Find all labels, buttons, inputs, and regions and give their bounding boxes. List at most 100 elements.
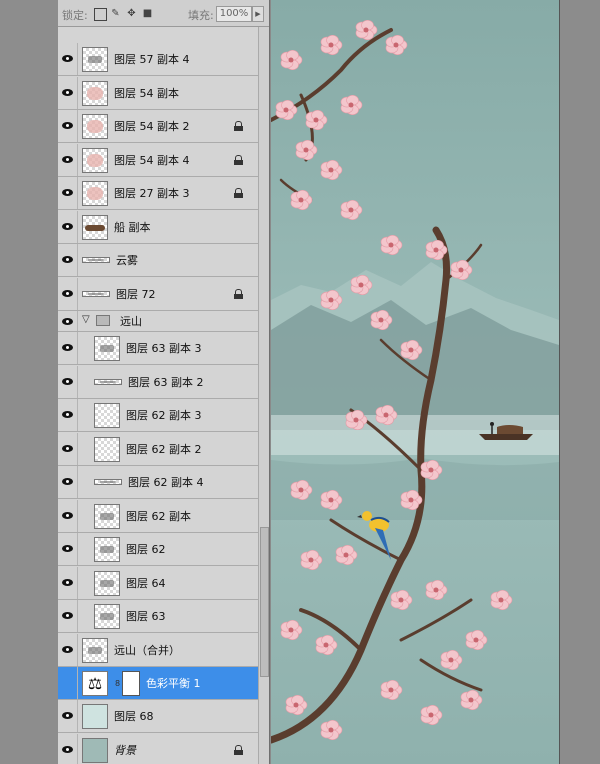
layer-name[interactable]: 图层 27 副本 3 <box>114 177 190 210</box>
layer-row[interactable]: 图层 72 <box>58 278 258 311</box>
layer-row[interactable]: 背景 <box>58 734 258 764</box>
eye-icon[interactable] <box>62 189 73 196</box>
eye-icon[interactable] <box>62 579 73 586</box>
layer-name[interactable]: 图层 62 副本 <box>126 500 191 533</box>
visibility-toggle[interactable] <box>58 634 78 666</box>
eye-icon[interactable] <box>62 156 73 163</box>
eye-icon[interactable] <box>62 478 73 485</box>
move-icon[interactable]: ✥ <box>126 8 137 19</box>
visibility-toggle[interactable] <box>58 500 78 532</box>
visibility-toggle[interactable] <box>58 600 78 632</box>
lock-label: 锁定: <box>62 9 88 22</box>
layer-row[interactable]: 船 副本 <box>58 211 258 244</box>
layer-mask-thumbnail[interactable] <box>122 671 140 696</box>
visibility-toggle[interactable] <box>58 77 78 109</box>
layer-name[interactable]: 远山（合并） <box>114 634 180 667</box>
layer-name[interactable]: 图层 64 <box>126 567 166 600</box>
layer-group-row[interactable]: ▽ 远山 <box>58 311 258 332</box>
layer-row[interactable]: 8 色彩平衡 1 <box>58 667 258 700</box>
layer-row[interactable]: 云雾 <box>58 244 258 277</box>
visibility-toggle[interactable] <box>58 466 78 498</box>
brush-icon[interactable]: ✎ <box>110 8 121 19</box>
layer-name[interactable]: 图层 68 <box>114 700 154 733</box>
layer-row[interactable]: 图层 62 副本 4 <box>58 466 258 499</box>
eye-icon[interactable] <box>62 256 73 263</box>
visibility-toggle[interactable] <box>58 399 78 431</box>
layer-name[interactable]: 图层 63 副本 2 <box>128 366 204 399</box>
eye-icon[interactable] <box>62 290 73 297</box>
lock-all-icon[interactable]: ■ <box>142 8 153 19</box>
visibility-toggle[interactable] <box>58 211 78 243</box>
eye-icon[interactable] <box>62 378 73 385</box>
visibility-toggle[interactable] <box>58 43 78 75</box>
group-expand-arrow-icon[interactable]: ▽ <box>82 314 90 325</box>
layer-row[interactable]: 图层 27 副本 3 <box>58 177 258 210</box>
visibility-toggle[interactable] <box>58 311 78 331</box>
layer-row[interactable]: 图层 62 副本 3 <box>58 399 258 432</box>
eye-icon[interactable] <box>62 223 73 230</box>
visibility-toggle[interactable] <box>58 734 78 764</box>
document-canvas[interactable] <box>271 0 559 764</box>
layer-name[interactable]: 图层 62 <box>126 533 166 566</box>
layer-name[interactable]: 图层 63 <box>126 600 166 633</box>
visibility-toggle[interactable] <box>58 110 78 142</box>
visibility-toggle[interactable] <box>58 244 78 276</box>
fill-dropdown-arrow-icon[interactable]: ▶ <box>252 6 264 22</box>
layer-row[interactable]: 图层 62 <box>58 533 258 566</box>
layer-row[interactable]: 图层 54 副本 2 <box>58 110 258 143</box>
eye-icon[interactable] <box>62 612 73 619</box>
visibility-toggle[interactable] <box>58 278 78 310</box>
visibility-toggle[interactable] <box>58 533 78 565</box>
eye-icon[interactable] <box>62 445 73 452</box>
layer-row[interactable]: 图层 68 <box>58 700 258 733</box>
layer-row[interactable]: 图层 63 <box>58 600 258 633</box>
visibility-toggle[interactable] <box>58 667 78 699</box>
layer-name[interactable]: 图层 62 副本 3 <box>126 399 202 432</box>
layer-row[interactable]: 图层 62 副本 2 <box>58 433 258 466</box>
layer-name[interactable]: 图层 62 副本 2 <box>126 433 202 466</box>
visibility-toggle[interactable] <box>58 700 78 732</box>
layer-name[interactable]: 色彩平衡 1 <box>146 667 201 700</box>
visibility-toggle[interactable] <box>58 177 78 209</box>
eye-icon[interactable] <box>62 411 73 418</box>
layer-name[interactable]: 图层 63 副本 3 <box>126 332 202 365</box>
eye-icon[interactable] <box>62 712 73 719</box>
visibility-toggle[interactable] <box>58 144 78 176</box>
eye-icon[interactable] <box>62 746 73 753</box>
layer-row[interactable]: 图层 54 副本 <box>58 77 258 110</box>
layer-row[interactable]: 图层 54 副本 4 <box>58 144 258 177</box>
eye-icon[interactable] <box>62 55 73 62</box>
layer-name[interactable]: 图层 57 副本 4 <box>114 43 190 76</box>
layer-name[interactable]: 云雾 <box>116 244 138 277</box>
layer-name[interactable]: 图层 72 <box>116 278 156 311</box>
lock-transparent-icon[interactable] <box>94 8 107 21</box>
layer-name[interactable]: 图层 54 副本 4 <box>114 144 190 177</box>
layer-name[interactable]: 背景 <box>114 734 136 764</box>
layer-row[interactable]: 远山（合并） <box>58 634 258 667</box>
visibility-toggle[interactable] <box>58 433 78 465</box>
layer-row[interactable]: 图层 63 副本 3 <box>58 332 258 365</box>
eye-icon[interactable] <box>62 646 73 653</box>
link-icon[interactable]: 8 <box>115 679 120 688</box>
eye-icon[interactable] <box>62 89 73 96</box>
visibility-toggle[interactable] <box>58 332 78 364</box>
layer-row[interactable]: 图层 64 <box>58 567 258 600</box>
visibility-toggle[interactable] <box>58 567 78 599</box>
layer-name[interactable]: 船 副本 <box>114 211 151 244</box>
eye-icon[interactable] <box>62 344 73 351</box>
layer-row[interactable]: 图层 63 副本 2 <box>58 366 258 399</box>
layers-scrollbar[interactable] <box>258 27 269 764</box>
scrollbar-thumb[interactable] <box>260 527 269 677</box>
visibility-toggle[interactable] <box>58 366 78 398</box>
layer-name[interactable]: 图层 62 副本 4 <box>128 466 204 499</box>
layer-name[interactable]: 远山 <box>120 311 142 332</box>
layer-name[interactable]: 图层 54 副本 <box>114 77 179 110</box>
eye-icon[interactable] <box>62 545 73 552</box>
fill-input[interactable]: 100% <box>216 6 252 22</box>
layer-row[interactable]: 图层 57 副本 4 <box>58 43 258 76</box>
eye-icon[interactable] <box>62 318 73 325</box>
layer-name[interactable]: 图层 54 副本 2 <box>114 110 190 143</box>
layer-row[interactable]: 图层 62 副本 <box>58 500 258 533</box>
eye-icon[interactable] <box>62 122 73 129</box>
eye-icon[interactable] <box>62 512 73 519</box>
